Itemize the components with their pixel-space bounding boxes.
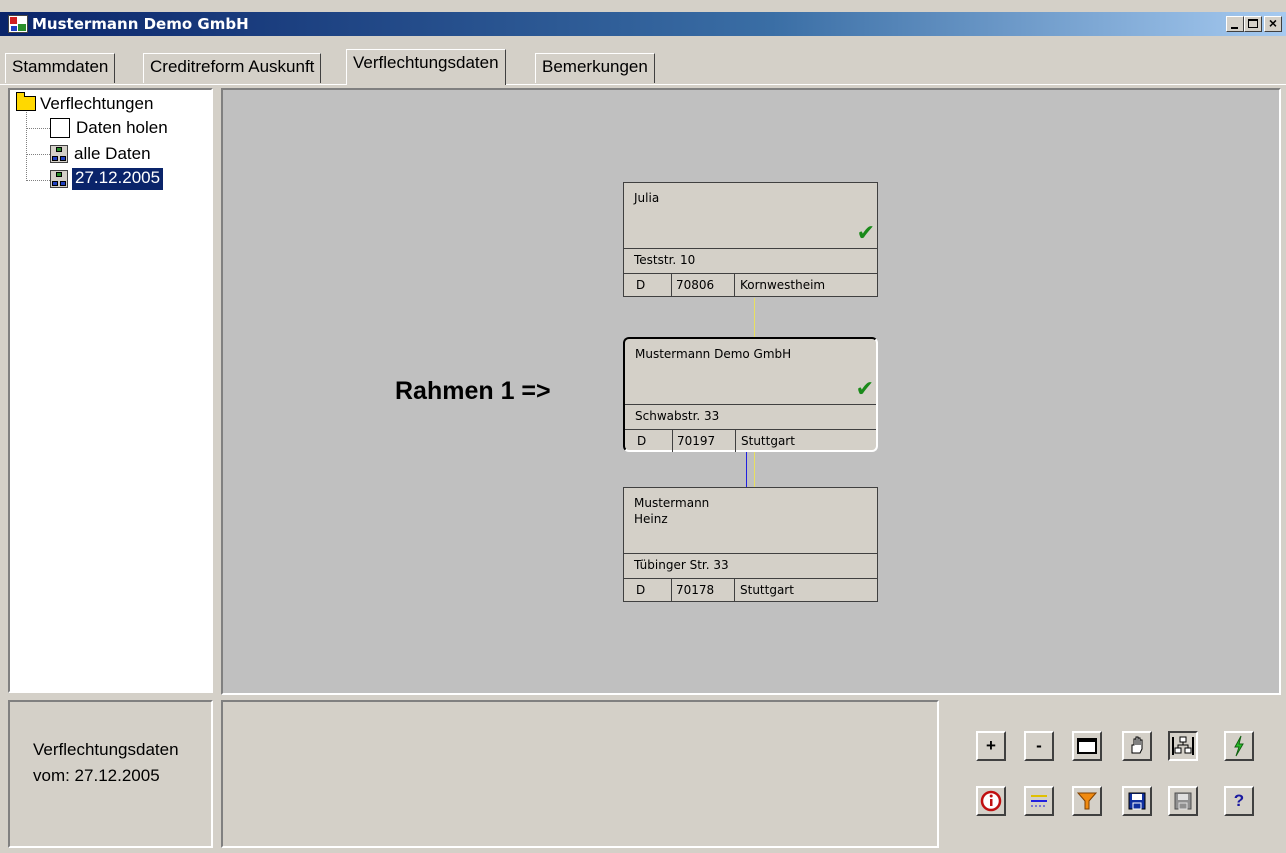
entity-city: Kornwestheim [740, 278, 826, 292]
message-panel [221, 700, 939, 848]
tab-divider [0, 84, 1286, 85]
entity-name: Mustermann Heinz [634, 496, 710, 526]
tree-layout-button[interactable] [1168, 731, 1198, 761]
entity-country: D [636, 583, 646, 597]
network-icon [1172, 736, 1194, 755]
help-button[interactable]: ? [1224, 786, 1254, 816]
info-date: vom: 27.12.2005 [33, 766, 160, 785]
refresh-button[interactable] [1224, 731, 1254, 761]
entity-country: D [637, 434, 647, 448]
filter-button[interactable] [1072, 786, 1102, 816]
tab-bemerkungen[interactable]: Bemerkungen [535, 53, 655, 83]
minimize-icon [1231, 27, 1238, 29]
maximize-button[interactable] [1244, 16, 1262, 32]
save-button[interactable] [1122, 786, 1152, 816]
zoom-out-button[interactable]: - [1024, 731, 1054, 761]
question-icon: ? [1233, 791, 1245, 810]
tree-connector [26, 128, 50, 129]
tab-verflechtungsdaten[interactable]: Verflechtungsdaten [346, 49, 506, 85]
connector-line [746, 452, 747, 488]
graph-canvas[interactable]: Rahmen 1 => Julia ✔ Teststr. 10 D 70806 … [221, 88, 1281, 695]
tree-item-date-selected[interactable]: 27.12.2005 [72, 168, 164, 190]
entity-zip: 70806 [671, 274, 735, 296]
info-title: Verflechtungsdaten [33, 740, 179, 759]
tab-stammdaten[interactable]: Stammdaten [5, 53, 116, 83]
entity-street: Teststr. 10 [634, 253, 696, 267]
title-bar[interactable]: Mustermann Demo GmbH × [0, 12, 1286, 36]
application-window: Mustermann Demo GmbH × Stammdaten Credit… [0, 0, 1286, 853]
disk-icon [1128, 792, 1146, 810]
pan-button[interactable] [1122, 731, 1152, 761]
save-as-button[interactable] [1168, 786, 1198, 816]
window-title: Mustermann Demo GmbH [32, 15, 249, 33]
checkbox-icon[interactable] [50, 118, 70, 138]
entity-name: Julia [634, 191, 660, 205]
entity-node[interactable]: Julia ✔ Teststr. 10 D 70806 Kornwestheim [623, 182, 878, 297]
entity-city: Stuttgart [741, 434, 795, 448]
entity-country: D [636, 278, 646, 292]
lines-icon [1031, 795, 1047, 807]
tree-panel[interactable]: Verflechtungen Daten holen alle Daten 27… [8, 88, 213, 693]
tree-item-daten-holen[interactable]: Daten holen [76, 118, 168, 138]
checkmark-icon: ✔ [856, 221, 875, 246]
plus-icon: + [986, 736, 996, 755]
connector-line [754, 298, 755, 337]
tree-item-alle-daten[interactable]: alle Daten [74, 144, 151, 164]
lightning-icon [1234, 735, 1244, 757]
checkmark-icon: ✔ [855, 377, 874, 402]
connector-line [754, 452, 755, 488]
maximize-icon [1248, 19, 1258, 28]
frame-annotation: Rahmen 1 => [395, 377, 551, 405]
entity-street: Tübinger Str. 33 [634, 558, 729, 572]
tree-connector [26, 154, 50, 155]
window-icon [1077, 738, 1097, 754]
zoom-in-button[interactable]: + [976, 731, 1006, 761]
entity-zip: 70197 [672, 430, 736, 452]
disk-gray-icon [1174, 792, 1192, 810]
fit-window-button[interactable] [1072, 731, 1102, 761]
close-button[interactable]: × [1264, 15, 1282, 32]
entity-city: Stuttgart [740, 583, 794, 597]
info-panel: Verflechtungsdaten vom: 27.12.2005 [8, 700, 213, 848]
filter-icon [1076, 792, 1098, 810]
entity-street: Schwabstr. 33 [635, 409, 720, 423]
tree-root-verflechtungen[interactable]: Verflechtungen [40, 94, 153, 114]
entity-zip: 70178 [671, 579, 735, 601]
entity-node[interactable]: Mustermann Heinz Tübinger Str. 33 D 7017… [623, 487, 878, 602]
close-icon: × [1268, 15, 1278, 31]
network-icon [50, 145, 68, 163]
line-style-button[interactable] [1024, 786, 1054, 816]
entity-node-selected[interactable]: Mustermann Demo GmbH ✔ Schwabstr. 33 D 7… [623, 337, 878, 452]
info-icon [980, 790, 1002, 812]
folder-icon [16, 92, 36, 111]
network-icon [50, 170, 68, 188]
info-button[interactable] [976, 786, 1006, 816]
app-icon [8, 15, 28, 33]
tab-creditreform-auskunft[interactable]: Creditreform Auskunft [143, 53, 322, 83]
entity-name: Mustermann Demo GmbH [635, 347, 792, 361]
minus-icon: - [1036, 736, 1042, 755]
minimize-button[interactable] [1226, 16, 1244, 32]
hand-icon [1131, 736, 1143, 754]
tree-connector [26, 112, 27, 181]
tree-connector [26, 180, 50, 181]
